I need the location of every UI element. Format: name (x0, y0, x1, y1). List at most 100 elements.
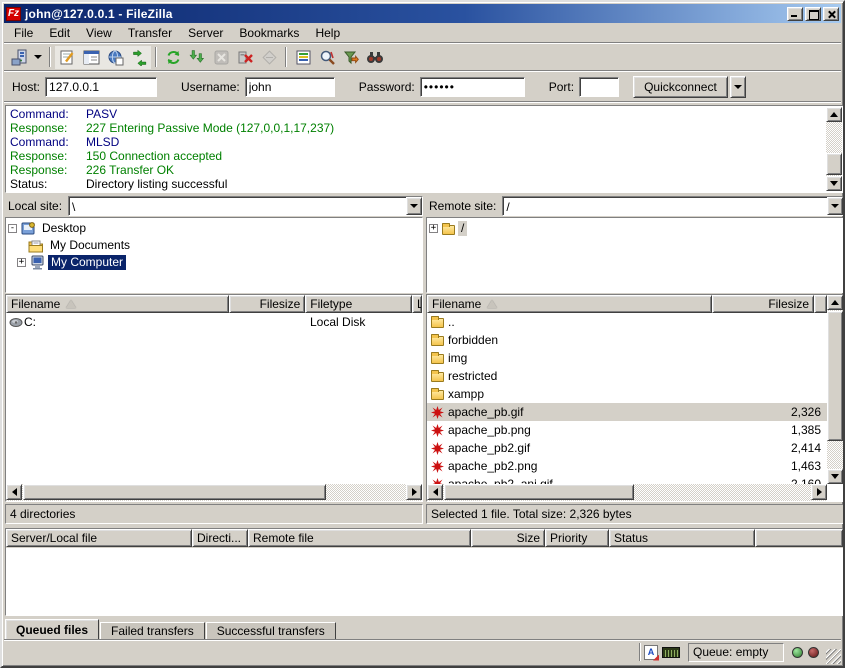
queue-column-status[interactable]: Status (609, 529, 755, 547)
tree-item-root[interactable]: + / (429, 220, 843, 237)
menu-file[interactable]: File (6, 24, 41, 42)
collapse-icon[interactable]: - (8, 224, 17, 233)
minimize-button[interactable] (787, 7, 803, 21)
queue-column-direction[interactable]: Directi... (192, 529, 248, 547)
column-header-filetype[interactable]: Filetype (305, 295, 412, 313)
menu-help[interactable]: Help (307, 24, 348, 42)
site-manager-dropdown-button[interactable] (31, 46, 45, 69)
toggle-message-log-button[interactable] (55, 46, 79, 69)
scrollbar-thumb[interactable] (827, 311, 843, 441)
remote-site-dropdown-button[interactable] (827, 197, 843, 215)
transfer-tabs: Queued files Failed transfers Successful… (5, 618, 337, 640)
tab-successful-transfers[interactable]: Successful transfers (206, 622, 336, 640)
quickconnect-dropdown-button[interactable] (730, 76, 746, 98)
menu-edit[interactable]: Edit (41, 24, 78, 42)
expand-icon[interactable]: + (17, 258, 26, 267)
port-input[interactable] (579, 77, 619, 97)
toolbar-separator (285, 47, 287, 67)
menu-view[interactable]: View (78, 24, 120, 42)
queue-column-priority[interactable]: Priority (545, 529, 609, 547)
resize-grip[interactable] (826, 649, 841, 664)
site-manager-button[interactable] (7, 46, 31, 69)
remote-list-hscrollbar[interactable] (427, 484, 827, 501)
file-row[interactable]: apache_pb2.gif 2,414 (427, 439, 827, 457)
column-header-filesize[interactable]: Filesize (712, 295, 814, 313)
menubar: File Edit View Transfer Server Bookmarks… (4, 23, 841, 43)
refresh-button[interactable] (161, 46, 185, 69)
reconnect-button[interactable] (257, 46, 281, 69)
file-row[interactable]: apache_pb2.png 1,463 (427, 457, 827, 475)
scroll-left-button[interactable] (427, 484, 443, 500)
file-row[interactable]: forbidden (427, 331, 827, 349)
local-site-combobox[interactable]: \ (68, 196, 423, 216)
process-queue-button[interactable] (185, 46, 209, 69)
scrollbar-thumb[interactable] (826, 153, 842, 175)
scroll-right-button[interactable] (406, 484, 422, 500)
directory-listing-filters-button[interactable] (339, 46, 363, 69)
find-files-button[interactable] (363, 46, 387, 69)
scroll-left-button[interactable] (6, 484, 22, 500)
file-row[interactable]: .. (427, 313, 827, 331)
tree-item-my-documents[interactable]: My Documents (8, 237, 422, 254)
local-list-hscrollbar[interactable] (6, 484, 422, 501)
file-row[interactable]: xampp (427, 385, 827, 403)
titlebar[interactable]: Fz john@127.0.0.1 - FileZilla (4, 4, 841, 23)
file-row-c-drive[interactable]: C: Local Disk (6, 313, 422, 331)
remote-site-label: Remote site: (426, 199, 502, 213)
file-row[interactable]: img (427, 349, 827, 367)
scroll-down-button[interactable] (826, 176, 842, 191)
toggle-remote-tree-button[interactable] (103, 46, 127, 69)
recv-activity-led-icon (792, 647, 803, 658)
column-header-filesize[interactable]: Filesize (229, 295, 305, 313)
file-name: restricted (445, 369, 731, 383)
data-type-indicator-icon[interactable]: A (644, 645, 658, 660)
file-row-selected[interactable]: apache_pb.gif 2,326 (427, 403, 827, 421)
remote-site-combobox[interactable]: / (502, 196, 844, 216)
scrollbar-thumb[interactable] (23, 484, 326, 500)
log-scrollbar[interactable] (826, 107, 842, 191)
quickconnect-button[interactable]: Quickconnect (633, 76, 728, 98)
queue-column-remote-file[interactable]: Remote file (248, 529, 471, 547)
folder-icon (429, 352, 445, 364)
directory-comparison-button[interactable] (291, 46, 315, 69)
tree-item-my-computer[interactable]: + My Computer (8, 254, 422, 271)
local-site-dropdown-button[interactable] (406, 197, 422, 215)
apache-image-icon (429, 460, 445, 473)
menu-transfer[interactable]: Transfer (120, 24, 180, 42)
menu-bookmarks[interactable]: Bookmarks (231, 24, 307, 42)
remote-list-vscrollbar[interactable] (827, 295, 843, 484)
scrollbar-thumb[interactable] (444, 484, 634, 500)
password-input[interactable] (420, 77, 525, 97)
username-input[interactable] (245, 77, 335, 97)
local-file-list: Filename Filesize Filetype L C: Local Di… (5, 294, 423, 502)
menu-server[interactable]: Server (180, 24, 231, 42)
host-input[interactable] (45, 77, 157, 97)
tab-failed-transfers[interactable]: Failed transfers (100, 622, 205, 640)
maximize-button[interactable] (805, 7, 821, 21)
scroll-right-button[interactable] (811, 484, 827, 500)
tree-item-desktop[interactable]: - Desktop (8, 220, 422, 237)
scroll-up-button[interactable] (827, 295, 843, 310)
scroll-down-button[interactable] (827, 469, 843, 484)
column-header-last-modified[interactable]: L (412, 295, 422, 313)
file-size: 1,463 (731, 459, 827, 473)
scroll-up-button[interactable] (826, 107, 842, 122)
toggle-local-tree-button[interactable] (79, 46, 103, 69)
binoculars-icon (366, 49, 384, 66)
file-row[interactable]: apache_pb2_ani.gif 2,160 (427, 475, 827, 484)
toggle-transfer-queue-button[interactable] (127, 46, 151, 69)
file-row[interactable]: restricted (427, 367, 827, 385)
queue-column-server-local-file[interactable]: Server/Local file (6, 529, 192, 547)
synchronized-browsing-button[interactable] (315, 46, 339, 69)
remote-treeview-icon (107, 49, 124, 66)
cancel-operation-button[interactable] (209, 46, 233, 69)
file-row[interactable]: apache_pb.png 1,385 (427, 421, 827, 439)
queue-column-size[interactable]: Size (471, 529, 545, 547)
tab-queued-files[interactable]: Queued files (5, 619, 99, 640)
close-button[interactable] (823, 7, 839, 21)
column-header-filename[interactable]: Filename (427, 295, 712, 313)
expand-icon[interactable]: + (429, 224, 438, 233)
disconnect-button[interactable] (233, 46, 257, 69)
speed-limits-indicator-icon[interactable] (662, 647, 680, 658)
column-header-filename[interactable]: Filename (6, 295, 229, 313)
